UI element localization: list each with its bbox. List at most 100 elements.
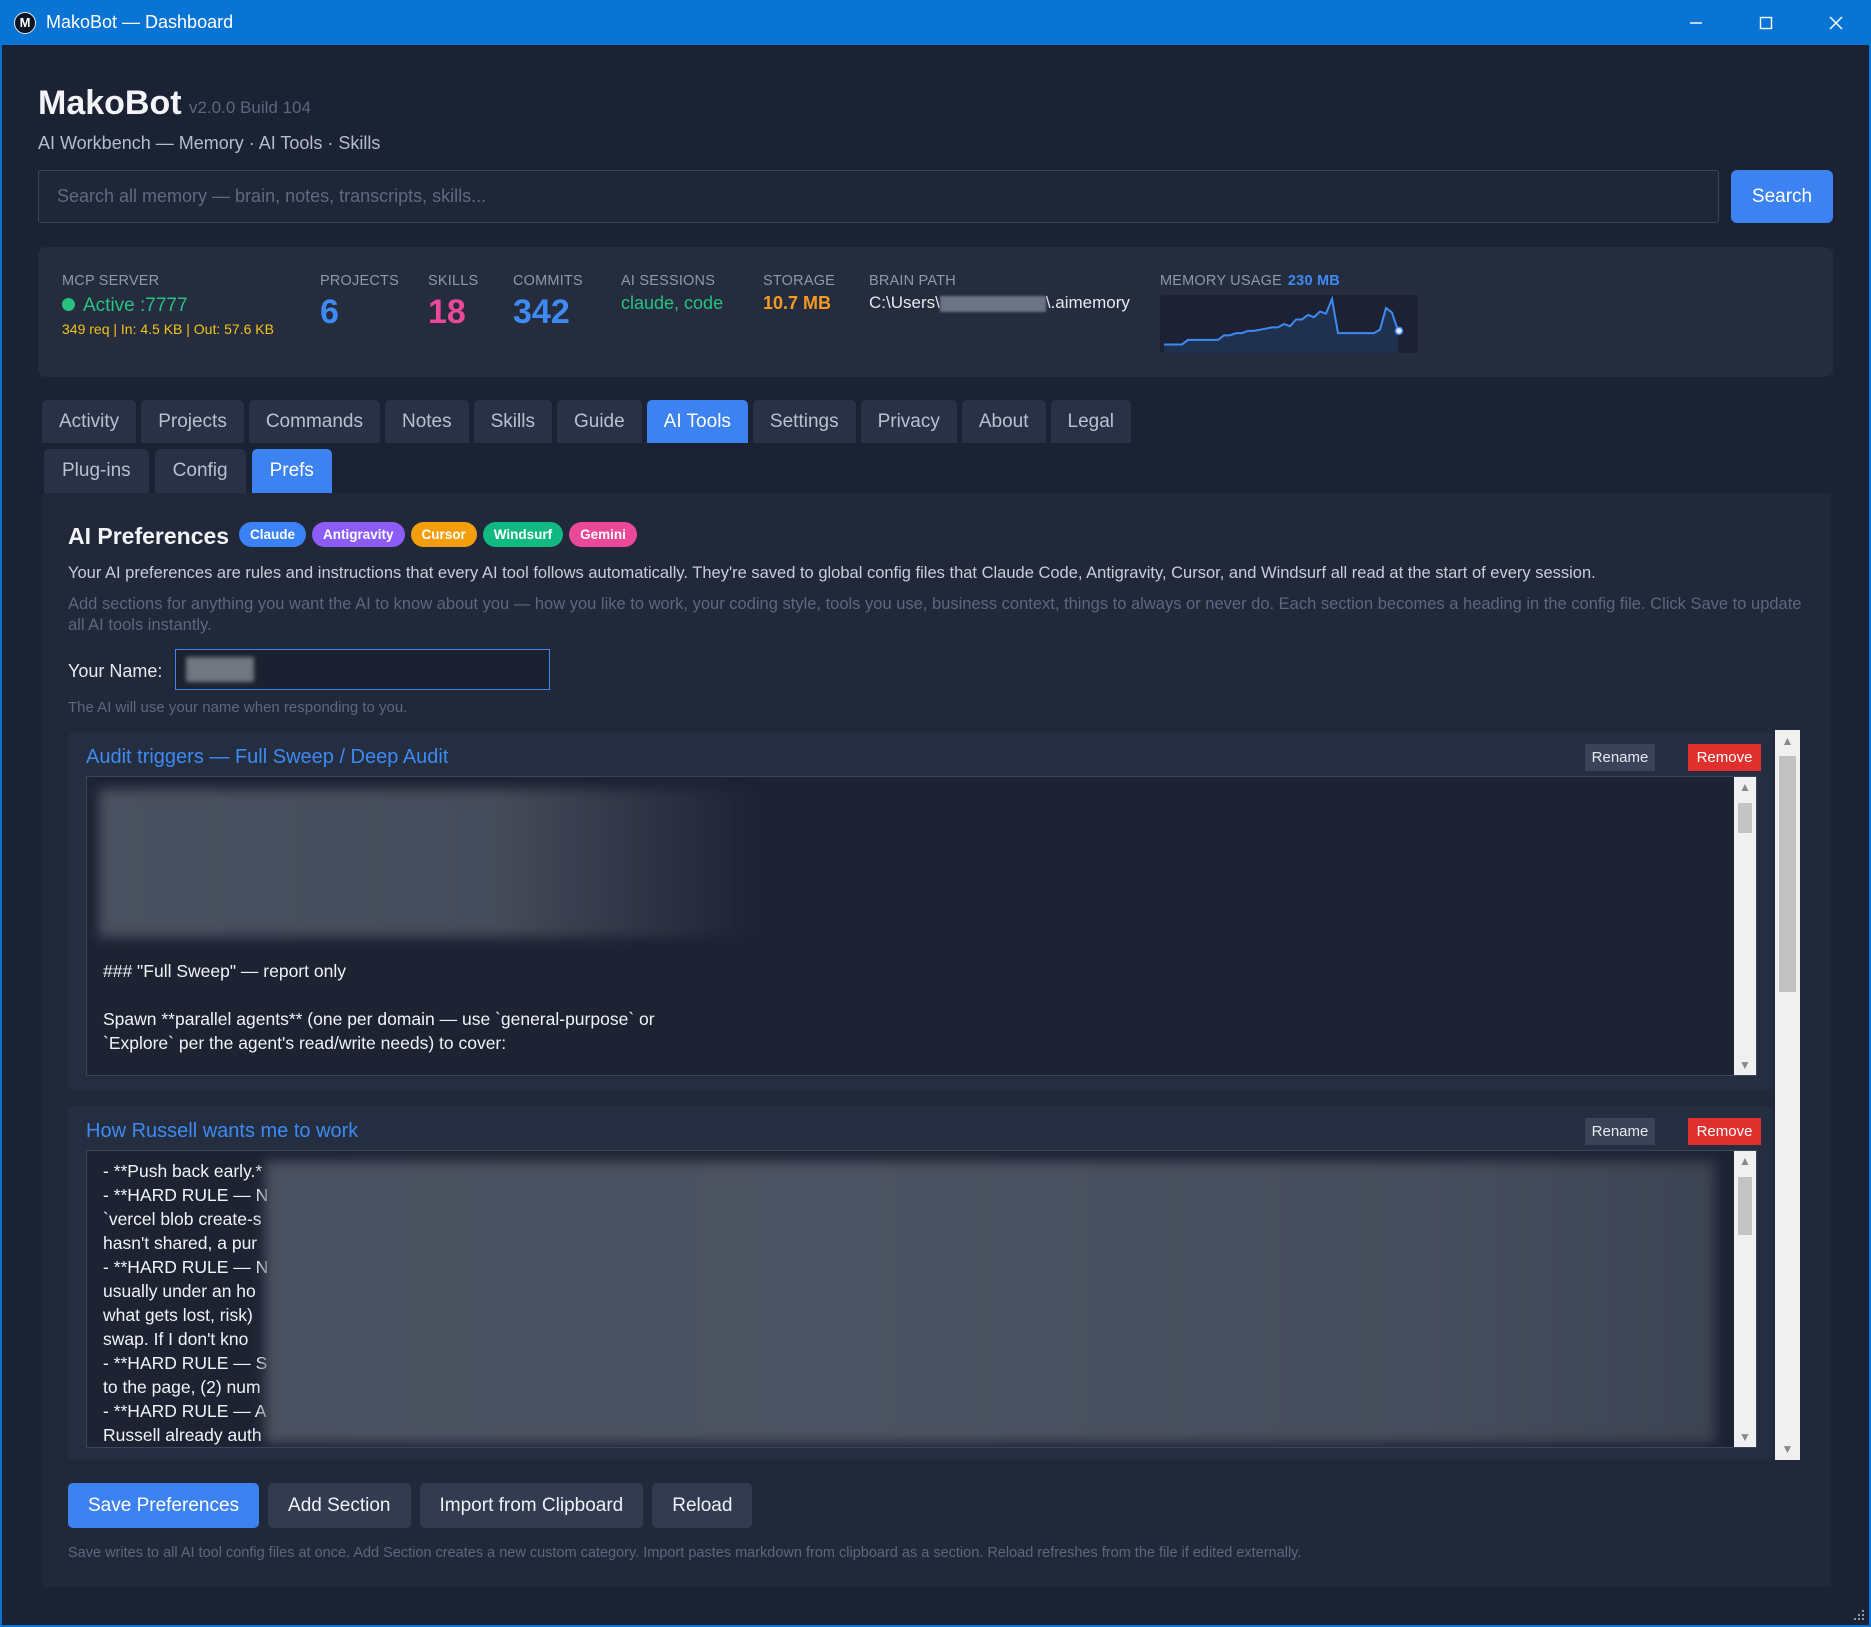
stat-value: claude, code xyxy=(621,293,724,313)
stats-panel: MCP SERVER Active :7777 349 req | In: 4.… xyxy=(38,247,1833,377)
prefs-intro: Your AI preferences are rules and instru… xyxy=(68,564,1596,582)
reload-button[interactable]: Reload xyxy=(652,1483,753,1528)
section-title: How Russell wants me to work xyxy=(86,1120,359,1142)
scroll-thumb[interactable] xyxy=(1738,803,1752,833)
brain-path-suffix: \.aimemory xyxy=(1045,293,1130,312)
section-title: Audit triggers — Full Sweep / Deep Audit xyxy=(86,746,449,768)
stat-label: MEMORY USAGE 230 MB xyxy=(1160,273,1340,289)
tab-about[interactable]: About xyxy=(961,400,1046,443)
subtab-config[interactable]: Config xyxy=(154,449,246,493)
stat-projects[interactable]: PROJECTS 6 xyxy=(320,273,399,332)
window-controls xyxy=(1661,0,1871,45)
tab-notes[interactable]: Notes xyxy=(384,400,469,443)
redacted-text xyxy=(99,789,759,937)
resize-grip-icon[interactable] xyxy=(1851,1607,1865,1621)
save-preferences-button[interactable]: Save Preferences xyxy=(68,1483,260,1528)
tab-legal[interactable]: Legal xyxy=(1050,400,1132,443)
redacted-name xyxy=(186,657,254,682)
sparkline-last-point xyxy=(1394,326,1404,336)
memory-label: MEMORY USAGE xyxy=(1160,273,1282,289)
add-section-button[interactable]: Add Section xyxy=(268,1483,411,1528)
badge-antigravity: Antigravity xyxy=(312,522,405,547)
window-border-left xyxy=(0,45,2,1627)
sections-scrollbar[interactable]: ▲ ▼ xyxy=(1775,730,1800,1460)
badge-windsurf: Windsurf xyxy=(482,522,564,547)
redacted-text xyxy=(265,1161,1715,1443)
close-icon xyxy=(1829,16,1843,29)
app-logo-icon: M xyxy=(14,11,36,34)
scroll-thumb[interactable] xyxy=(1738,1177,1752,1235)
stat-skills[interactable]: SKILLS 18 xyxy=(428,273,478,332)
scroll-down-icon[interactable]: ▼ xyxy=(1734,1427,1756,1447)
tab-settings[interactable]: Settings xyxy=(752,400,856,443)
editor-line: hasn't shared, a pur xyxy=(103,1233,258,1253)
search-input[interactable] xyxy=(38,170,1719,223)
memory-value: 230 MB xyxy=(1287,273,1340,289)
your-name-hint: The AI will use your name when respondin… xyxy=(68,699,408,716)
mcp-traffic: 349 req | In: 4.5 KB | Out: 57.6 KB xyxy=(62,321,274,337)
scroll-up-icon[interactable]: ▲ xyxy=(1775,730,1800,752)
stat-label: PROJECTS xyxy=(320,273,399,289)
editor-line: - **HARD RULE — N xyxy=(103,1257,269,1277)
editor-scrollbar[interactable]: ▲ ▼ xyxy=(1734,777,1756,1075)
stat-label: STORAGE xyxy=(763,273,836,289)
stat-mcp-server: MCP SERVER Active :7777 349 req | In: 4.… xyxy=(62,273,274,337)
tab-guide[interactable]: Guide xyxy=(556,400,642,443)
pref-section: How Russell wants me to work Rename Remo… xyxy=(68,1106,1773,1460)
minimize-button[interactable] xyxy=(1661,0,1731,45)
ai-tool-badges: Claude Antigravity Cursor Windsurf Gemini xyxy=(239,522,637,547)
editor-line: to the page, (2) num xyxy=(103,1377,261,1397)
tab-commands[interactable]: Commands xyxy=(248,400,380,443)
stat-storage: STORAGE 10.7 MB xyxy=(763,273,835,314)
prefs-actions: Save Preferences Add Section Import from… xyxy=(68,1483,753,1528)
brain-path-prefix: C:\Users\ xyxy=(869,293,940,312)
remove-section-button[interactable]: Remove xyxy=(1688,1118,1761,1145)
stat-commits[interactable]: COMMITS 342 xyxy=(513,273,583,332)
sub-tabs: Plug-ins Config Prefs xyxy=(44,449,332,493)
editor-line: `vercel blob create-s xyxy=(103,1209,262,1229)
actions-hint: Save writes to all AI tool config files … xyxy=(68,1545,1302,1561)
badge-claude: Claude xyxy=(239,522,307,547)
subtab-plug-ins[interactable]: Plug-ins xyxy=(44,449,149,493)
tab-projects[interactable]: Projects xyxy=(141,400,244,443)
remove-section-button[interactable]: Remove xyxy=(1688,744,1761,771)
scroll-up-icon[interactable]: ▲ xyxy=(1734,777,1756,797)
tab-ai-tools[interactable]: AI Tools xyxy=(646,400,748,443)
tab-skills[interactable]: Skills xyxy=(473,400,552,443)
minimize-icon xyxy=(1690,21,1702,24)
stat-value: 18 xyxy=(428,293,466,331)
close-window-button[interactable] xyxy=(1801,0,1871,45)
maximize-button[interactable] xyxy=(1731,0,1801,45)
editor-line: what gets lost, risk) xyxy=(103,1305,253,1325)
memory-usage-sparkline xyxy=(1160,295,1418,353)
app-version: v2.0.0 Build 104 xyxy=(189,98,311,117)
scroll-down-icon[interactable]: ▼ xyxy=(1775,1438,1800,1460)
import-clipboard-button[interactable]: Import from Clipboard xyxy=(419,1483,644,1528)
mcp-status: Active :7777 xyxy=(62,295,274,317)
rename-section-button[interactable]: Rename xyxy=(1585,1118,1655,1145)
tab-activity[interactable]: Activity xyxy=(42,400,137,443)
rename-section-button[interactable]: Rename xyxy=(1585,744,1655,771)
stat-memory-usage: MEMORY USAGE 230 MB xyxy=(1160,273,1340,289)
stat-label: COMMITS xyxy=(513,273,583,289)
main-tabs: Activity Projects Commands Notes Skills Guide… xyxy=(42,400,1132,443)
scroll-up-icon[interactable]: ▲ xyxy=(1734,1151,1756,1171)
editor-line: Russell already auth xyxy=(103,1425,262,1445)
editor-line: - **HARD RULE — S xyxy=(103,1353,268,1373)
section-editor[interactable]: ### "Full Sweep" — report only Spawn **p… xyxy=(86,776,1757,1076)
section-editor[interactable]: - **Push back early.* - **HARD RULE — N … xyxy=(86,1150,1757,1448)
editor-line: - **HARD RULE — A xyxy=(103,1401,267,1421)
stat-label: SKILLS xyxy=(428,273,479,289)
subtab-prefs[interactable]: Prefs xyxy=(251,449,332,493)
tab-privacy[interactable]: Privacy xyxy=(860,400,957,443)
editor-scrollbar[interactable]: ▲ ▼ xyxy=(1734,1151,1756,1447)
pref-section: Audit triggers — Full Sweep / Deep Audit… xyxy=(68,732,1773,1090)
stat-label: AI SESSIONS xyxy=(621,273,716,289)
scroll-thumb[interactable] xyxy=(1779,756,1796,992)
scroll-down-icon[interactable]: ▼ xyxy=(1734,1055,1756,1075)
search-button[interactable]: Search xyxy=(1731,170,1833,223)
badge-cursor: Cursor xyxy=(410,522,477,547)
editor-line: usually under an ho xyxy=(103,1281,256,1301)
stat-brain-path: BRAIN PATH C:\Users\ \.aimemory xyxy=(869,273,1130,313)
your-name-label: Your Name: xyxy=(68,661,163,681)
